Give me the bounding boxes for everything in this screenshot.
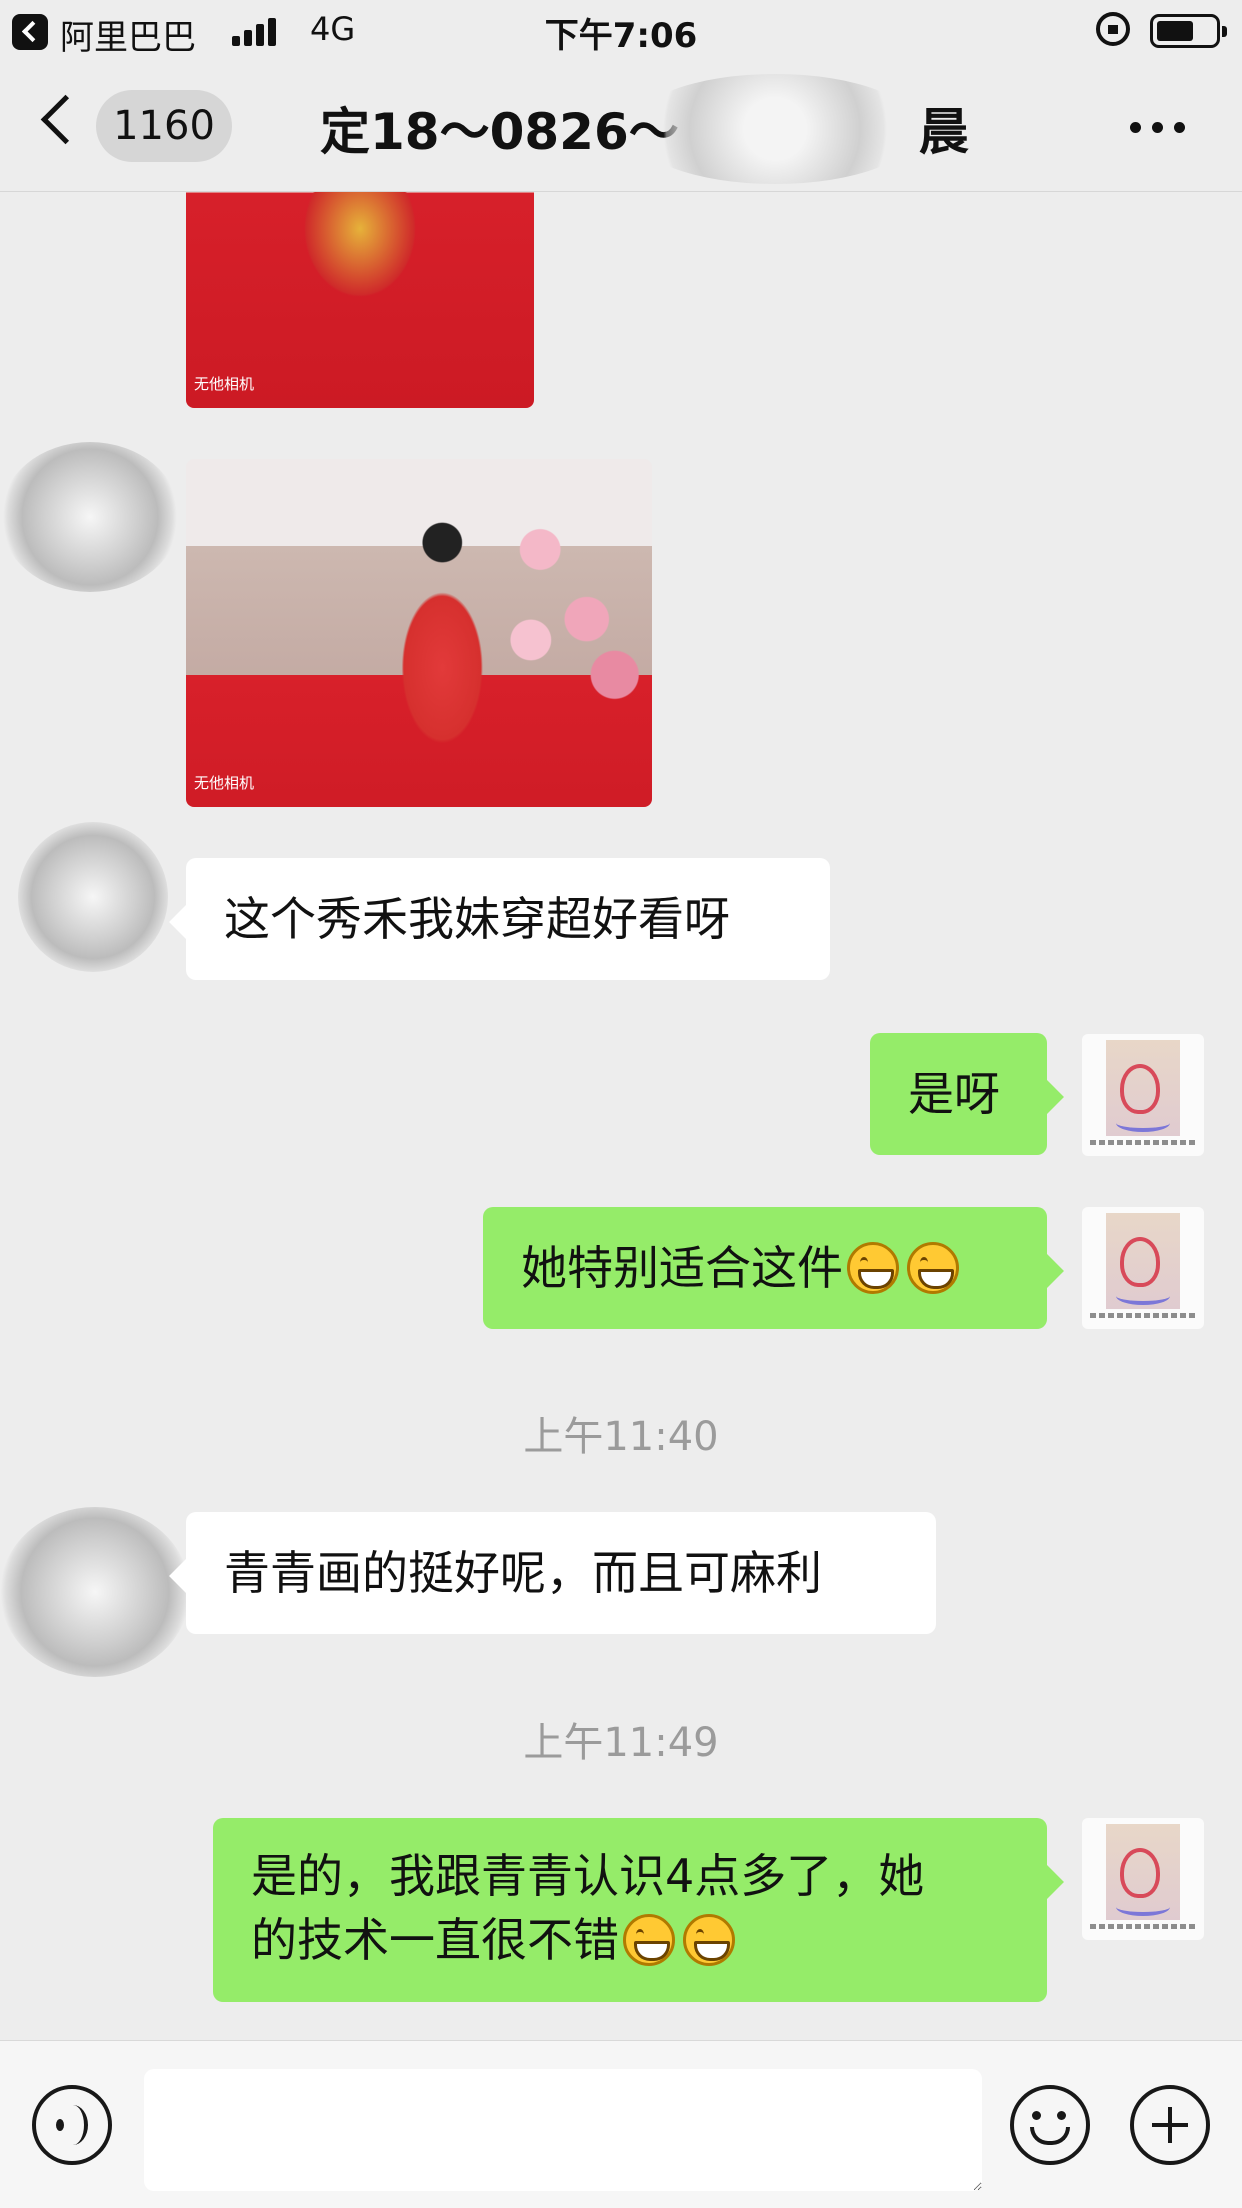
voice-icon[interactable] <box>32 2085 112 2165</box>
message-text: 的技术一直很不错 <box>251 1913 619 1967</box>
my-avatar[interactable] <box>1082 1207 1204 1329</box>
status-time: 下午7:06 <box>544 16 698 56</box>
smiley-icon[interactable] <box>1010 2085 1090 2165</box>
photo-watermark: 无他相机 <box>194 774 255 792</box>
image-message[interactable]: 无他相机 <box>186 459 652 807</box>
message-input[interactable] <box>144 2069 982 2191</box>
message-timestamp: 上午11:40 <box>523 1414 719 1460</box>
battery-level <box>1157 21 1193 41</box>
contact-avatar[interactable] <box>0 1507 190 1677</box>
my-avatar[interactable] <box>1082 1818 1204 1940</box>
avatar-caption <box>1090 1924 1196 1929</box>
outgoing-message-bubble[interactable]: 是的，我跟青青认识4点多了，她 的技术一直很不错 <box>213 1818 1047 2002</box>
grin-emoji-icon <box>623 1914 675 1966</box>
rotation-lock-icon <box>1096 12 1130 46</box>
avatar-caption <box>1090 1140 1196 1145</box>
avatar-drawing <box>1106 1040 1180 1136</box>
plus-icon[interactable] <box>1130 2085 1210 2165</box>
my-avatar[interactable] <box>1082 1034 1204 1156</box>
grin-emoji-icon <box>683 1914 735 1966</box>
contact-avatar[interactable] <box>0 442 180 592</box>
photo-icon <box>186 459 652 807</box>
status-bar: 阿里巴巴 4G 下午7:06 <box>0 0 1242 62</box>
unread-count-badge[interactable]: 1160 <box>96 90 232 162</box>
message-text-line-2: 的技术一直很不错 <box>251 1908 1009 1972</box>
chat-header: 1160 定18～0826～ 晨 <box>0 62 1242 192</box>
avatar-caption <box>1090 1313 1196 1318</box>
photo-watermark: 无他相机 <box>194 375 255 393</box>
incoming-message-bubble[interactable]: 这个秀禾我妹穿超好看呀 <box>186 858 830 980</box>
message-text-line-1: 是的，我跟青青认识4点多了，她 <box>251 1849 925 1903</box>
more-options-icon[interactable] <box>1130 122 1186 134</box>
image-message[interactable]: 无他相机 <box>186 192 534 408</box>
grin-emoji-icon <box>847 1242 899 1294</box>
incoming-message-bubble[interactable]: 青青画的挺好呢，而且可麻利 <box>186 1512 936 1634</box>
redacted-title-blur <box>630 74 920 184</box>
outgoing-message-bubble[interactable]: 是呀 <box>870 1033 1047 1155</box>
battery-icon <box>1150 14 1227 48</box>
message-timestamp: 上午11:49 <box>523 1720 719 1766</box>
grin-emoji-icon <box>907 1242 959 1294</box>
back-arrow-icon[interactable] <box>40 94 91 145</box>
message-text: 是呀 <box>908 1067 1000 1121</box>
chat-title-text: 定18～0826～ <box>320 103 679 161</box>
contact-avatar[interactable] <box>18 822 168 972</box>
outgoing-message-bubble[interactable]: 她特别适合这件 <box>483 1207 1047 1329</box>
message-text: 这个秀禾我妹穿超好看呀 <box>224 892 730 946</box>
avatar-drawing <box>1106 1213 1180 1309</box>
chat-message-list[interactable]: 无他相机 无他相机 这个秀禾我妹穿超好看呀 是呀 她特别适合这件 上午11:40… <box>0 192 1242 2040</box>
message-text: 青青画的挺好呢，而且可麻利 <box>224 1546 822 1600</box>
message-input-bar <box>0 2040 1242 2208</box>
message-text: 她特别适合这件 <box>521 1241 843 1295</box>
chat-title-tail: 晨 <box>918 103 969 161</box>
avatar-drawing <box>1106 1824 1180 1920</box>
